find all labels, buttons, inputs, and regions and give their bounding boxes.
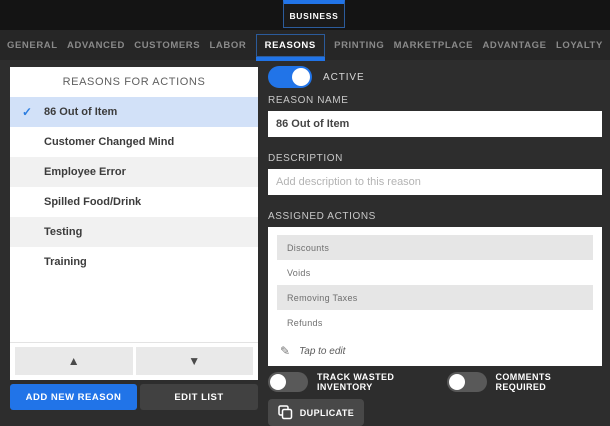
- check-icon: ✓: [10, 105, 44, 119]
- edit-list-button[interactable]: EDIT LIST: [140, 384, 258, 410]
- active-toggle-label: ACTIVE: [323, 72, 365, 83]
- reasons-list-title: REASONS FOR ACTIONS: [10, 67, 258, 97]
- option-toggle-label: COMMENTS REQUIRED: [496, 372, 585, 392]
- active-toggle[interactable]: [268, 66, 312, 88]
- move-up-button[interactable]: ▲: [15, 347, 133, 375]
- reason-list-item-label: Customer Changed Mind: [44, 136, 174, 148]
- reason-list-item[interactable]: ✓ Employee Error: [10, 157, 258, 187]
- reason-name-label: REASON NAME: [268, 95, 602, 106]
- option-toggle-label: TRACK WASTED INVENTORY: [317, 372, 429, 392]
- settings-tab[interactable]: ADVANTAGE: [482, 40, 546, 51]
- reason-list-item[interactable]: ✓ Testing: [10, 217, 258, 247]
- reasons-list-panel: REASONS FOR ACTIONS ✓ 86 Out of Item ✓ C…: [10, 67, 258, 380]
- description-label: DESCRIPTION: [268, 153, 602, 164]
- up-arrow-icon: ▲: [68, 354, 80, 368]
- settings-tab[interactable]: ADVANCED: [67, 40, 125, 51]
- tap-to-edit-label: Tap to edit: [299, 346, 345, 357]
- settings-tab[interactable]: GENERAL: [7, 40, 58, 51]
- assigned-action-item[interactable]: Refunds: [277, 310, 593, 335]
- reason-name-input[interactable]: [268, 111, 602, 137]
- option-toggle[interactable]: [268, 372, 308, 392]
- assigned-actions-label: ASSIGNED ACTIONS: [268, 211, 602, 222]
- duplicate-icon: [278, 405, 293, 420]
- toggle-knob: [449, 374, 465, 390]
- move-down-button[interactable]: ▼: [136, 347, 254, 375]
- tab-business[interactable]: BUSINESS: [283, 0, 345, 28]
- duplicate-button[interactable]: DUPLICATE: [268, 399, 364, 426]
- reasons-list: ✓ 86 Out of Item ✓ Customer Changed Mind…: [10, 97, 258, 342]
- reorder-controls: ▲ ▼: [10, 342, 258, 380]
- settings-tab[interactable]: CUSTOMERS: [134, 40, 200, 51]
- option-toggles-row: TRACK WASTED INVENTORY COMMENTS REQUIRED: [268, 372, 602, 392]
- option-toggle[interactable]: [447, 372, 487, 392]
- toggle-knob: [270, 374, 286, 390]
- settings-tab[interactable]: MARKETPLACE: [394, 40, 473, 51]
- description-input[interactable]: [268, 169, 602, 195]
- reason-list-item-label: Spilled Food/Drink: [44, 196, 141, 208]
- reason-list-item-label: 86 Out of Item: [44, 106, 117, 118]
- reason-list-item-label: Training: [44, 256, 87, 268]
- reason-list-item[interactable]: ✓ Customer Changed Mind: [10, 127, 258, 157]
- reason-list-item[interactable]: ✓ 86 Out of Item: [10, 97, 258, 127]
- duplicate-button-label: DUPLICATE: [300, 408, 354, 418]
- active-toggle-row: ACTIVE: [268, 66, 602, 88]
- settings-tab[interactable]: LABOR: [210, 40, 247, 51]
- reason-list-item[interactable]: ✓ Training: [10, 247, 258, 277]
- settings-tab[interactable]: REASONS: [256, 34, 325, 57]
- assigned-action-item[interactable]: Discounts: [277, 235, 593, 260]
- reason-list-item-label: Testing: [44, 226, 82, 238]
- top-bar: BUSINESS: [0, 0, 610, 30]
- option-toggle-group: TRACK WASTED INVENTORY: [268, 372, 429, 392]
- assigned-action-item[interactable]: Removing Taxes: [277, 285, 593, 310]
- option-toggle-group: COMMENTS REQUIRED: [447, 372, 585, 392]
- reason-list-item-label: Employee Error: [44, 166, 126, 178]
- settings-tab-bar: GENERAL ADVANCED CUSTOMERS LABOR REASONS…: [0, 30, 610, 60]
- tap-to-edit-hint[interactable]: ✎ Tap to edit: [277, 344, 593, 358]
- assigned-actions-list: Discounts Voids Removing Taxes Refunds: [277, 235, 593, 335]
- assigned-action-item[interactable]: Voids: [277, 260, 593, 285]
- reason-list-item[interactable]: ✓ Spilled Food/Drink: [10, 187, 258, 217]
- reason-detail-panel: ACTIVE REASON NAME DESCRIPTION ASSIGNED …: [268, 66, 602, 426]
- pencil-icon: ✎: [280, 344, 290, 358]
- settings-tab[interactable]: PRINTING: [334, 40, 384, 51]
- toggle-knob: [292, 68, 310, 86]
- settings-tab[interactable]: LOYALTY: [556, 40, 603, 51]
- assigned-actions-panel: Discounts Voids Removing Taxes Refunds ✎…: [268, 227, 602, 366]
- down-arrow-icon: ▼: [188, 354, 200, 368]
- add-new-reason-button[interactable]: ADD NEW REASON: [10, 384, 137, 410]
